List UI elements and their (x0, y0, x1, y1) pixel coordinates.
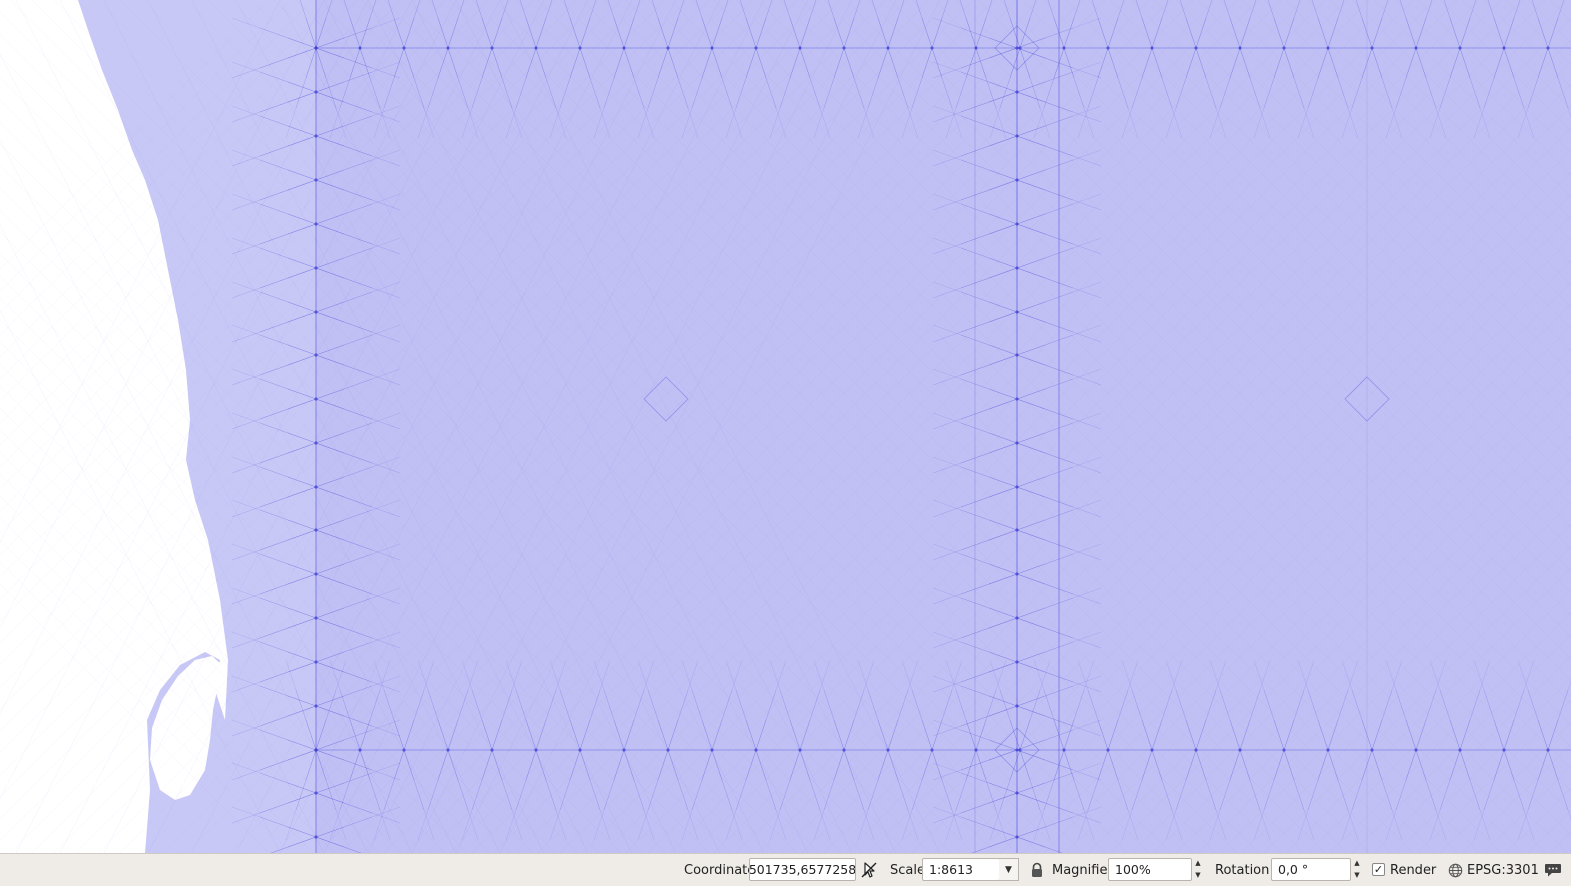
scale-dropdown-button[interactable]: ▼ (999, 858, 1019, 881)
lock-icon[interactable] (1029, 861, 1045, 879)
rotation-label-wrap: Rotation (1215, 854, 1269, 886)
mouse-cursor-crossed-icon[interactable] (860, 860, 878, 880)
render-label: Render (1390, 862, 1437, 878)
rotation-spinner[interactable]: ▲ ▼ (1350, 858, 1364, 881)
status-bar: Coordinate 501735,6577258 Scale 1:8613 ▼… (0, 853, 1571, 886)
crs-button[interactable]: EPSG:3301 (1467, 854, 1539, 886)
rotation-label: Rotation (1215, 862, 1270, 878)
scale-label: Scale (890, 862, 925, 878)
chevron-down-icon: ▼ (1005, 864, 1012, 875)
globe-icon[interactable] (1447, 862, 1463, 878)
magnifier-spinner[interactable]: ▲ ▼ (1191, 858, 1205, 881)
map-layer-render (0, 0, 1571, 853)
rotation-field[interactable]: 0,0 ° (1271, 858, 1351, 881)
render-label-wrap: Render (1390, 854, 1436, 886)
magnifier-label-wrap: Magnifier (1052, 854, 1113, 886)
scale-label-wrap: Scale (890, 854, 925, 886)
spin-up-icon[interactable]: ▲ (1191, 858, 1205, 869)
speech-bubble-icon[interactable] (1543, 861, 1563, 879)
crs-label: EPSG:3301 (1467, 862, 1539, 878)
magnifier-field[interactable]: 100% (1108, 858, 1192, 881)
scale-combo[interactable]: 1:8613 (922, 858, 1000, 881)
coordinate-label: Coordinate (684, 862, 756, 878)
spin-up-icon[interactable]: ▲ (1350, 858, 1364, 869)
coordinate-field[interactable]: 501735,6577258 (749, 858, 856, 881)
magnifier-label: Magnifier (1052, 862, 1113, 878)
coordinate-label-wrap: Coordinate (684, 854, 755, 886)
render-checkbox[interactable]: ✓ (1372, 863, 1385, 876)
map-canvas[interactable] (0, 0, 1571, 853)
spin-down-icon[interactable]: ▼ (1191, 870, 1205, 881)
spin-down-icon[interactable]: ▼ (1350, 870, 1364, 881)
